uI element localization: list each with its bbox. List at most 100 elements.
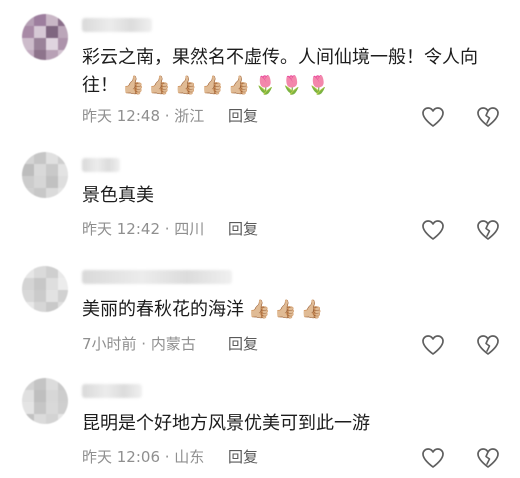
avatar-pixel [34,14,46,26]
avatar-pixel [46,266,58,278]
rose-emoji-icon: 🌷 [254,75,277,96]
avatar-pixel [58,402,68,414]
avatar-pixel [34,302,46,312]
avatar-pixel [46,378,58,390]
username-blurred[interactable] [82,18,152,32]
like-heart-icon[interactable] [421,106,445,128]
avatar-pixel [46,14,58,26]
avatar-pixel [22,290,34,302]
thumbs-up-emoji-icon: 👍🏼 [148,75,171,96]
avatar-pixel [22,402,34,414]
avatar-pixel [58,188,68,198]
comment-time-location: 昨天 12:42 · 四川 [82,220,205,238]
avatar-pixel [34,164,46,176]
like-heart-icon[interactable] [421,219,445,241]
comment-time-location: 昨天 12:48 · 浙江 [82,107,205,125]
avatar[interactable] [22,152,68,198]
comment-text: 彩云之南，果然名不虚传。人间仙境一般！令人向往！ 👍🏼 👍🏼 👍🏼 👍🏼 👍🏼 🌷 🌷 🌷 [82,44,502,100]
avatar-pixel [58,152,68,164]
dislike-broken-heart-icon[interactable] [476,447,500,469]
reply-button[interactable]: 回复 [228,105,258,127]
avatar-pixel [58,14,68,26]
avatar-pixel [22,414,34,424]
avatar-pixel [46,390,58,402]
username-blurred[interactable] [82,384,142,398]
avatar-pixel [22,50,34,60]
avatar-pixel [46,26,58,38]
emoji-list: 👍🏼 👍🏼 👍🏼 [244,299,323,320]
avatar-pixel [58,50,68,60]
dislike-broken-heart-icon[interactable] [476,219,500,241]
comment-time-location: 昨天 12:06 · 山东 [82,448,205,466]
username-blurred[interactable] [82,158,120,172]
thumbs-up-emoji-icon: 👍🏼 [174,75,198,96]
avatar-pixel [58,164,68,176]
avatar-pixel [58,290,68,302]
avatar-pixel [22,390,34,402]
reply-button[interactable]: 回复 [228,446,258,468]
comment-body: 昆明是个好地方风景优美可到此一游 [82,413,370,434]
comment-body: 美丽的春秋花的海洋 [82,299,244,320]
avatar-pixel [58,378,68,390]
rose-emoji-icon: 🌷 [306,75,330,96]
avatar-pixel [22,378,34,390]
avatar-pixel [34,390,46,402]
avatar-pixel [22,152,34,164]
avatar-pixel [22,266,34,278]
avatar-pixel [34,176,46,188]
emoji-list: 👍🏼 👍🏼 👍🏼 👍🏼 👍🏼 🌷 🌷 🌷 [118,75,329,96]
avatar-pixel [46,176,58,188]
avatar[interactable] [22,14,68,60]
rose-emoji-icon: 🌷 [280,75,303,96]
avatar-pixel [46,278,58,290]
dislike-broken-heart-icon[interactable] [476,334,500,356]
avatar-pixel [22,26,34,38]
avatar-pixel [46,414,58,424]
avatar-pixel [22,278,34,290]
avatar-pixel [46,302,58,312]
thumbs-up-emoji-icon: 👍🏼 [300,299,324,320]
dislike-broken-heart-icon[interactable] [476,106,500,128]
avatar-pixel [34,414,46,424]
avatar-pixel [34,266,46,278]
avatar-pixel [22,164,34,176]
thumbs-up-emoji-icon: 👍🏼 [227,75,251,96]
reply-button[interactable]: 回复 [228,333,258,355]
comment-text: 美丽的春秋花的海洋 👍🏼 👍🏼 👍🏼 [82,296,502,324]
avatar-pixel [58,390,68,402]
avatar-pixel [34,38,46,50]
avatar-pixel [58,278,68,290]
avatar-pixel [58,266,68,278]
avatar-pixel [58,26,68,38]
avatar[interactable] [22,378,68,424]
like-heart-icon[interactable] [421,334,445,356]
avatar-pixel [46,50,58,60]
avatar-pixel [58,176,68,188]
avatar-pixel [34,278,46,290]
avatar-pixel [34,188,46,198]
avatar-pixel [22,302,34,312]
avatar-pixel [34,26,46,38]
avatar-pixel [46,152,58,164]
thumbs-up-emoji-icon: 👍🏼 [274,299,297,320]
avatar-pixel [46,290,58,302]
thumbs-up-emoji-icon: 👍🏼 [201,75,224,96]
avatar-pixel [22,188,34,198]
avatar-pixel [34,402,46,414]
avatar-pixel [34,50,46,60]
username-blurred[interactable] [82,270,232,284]
comment-body: 景色真美 [82,185,154,206]
avatar-pixel [46,38,58,50]
comment-text: 昆明是个好地方风景优美可到此一游 [82,410,502,438]
avatar-pixel [34,378,46,390]
avatar-pixel [34,290,46,302]
reply-button[interactable]: 回复 [228,218,258,240]
like-heart-icon[interactable] [421,447,445,469]
avatar-pixel [46,164,58,176]
avatar-pixel [22,176,34,188]
avatar[interactable] [22,266,68,312]
avatar-pixel [58,302,68,312]
avatar-pixel [58,414,68,424]
avatar-pixel [58,38,68,50]
thumbs-up-emoji-icon: 👍🏼 [248,299,271,320]
